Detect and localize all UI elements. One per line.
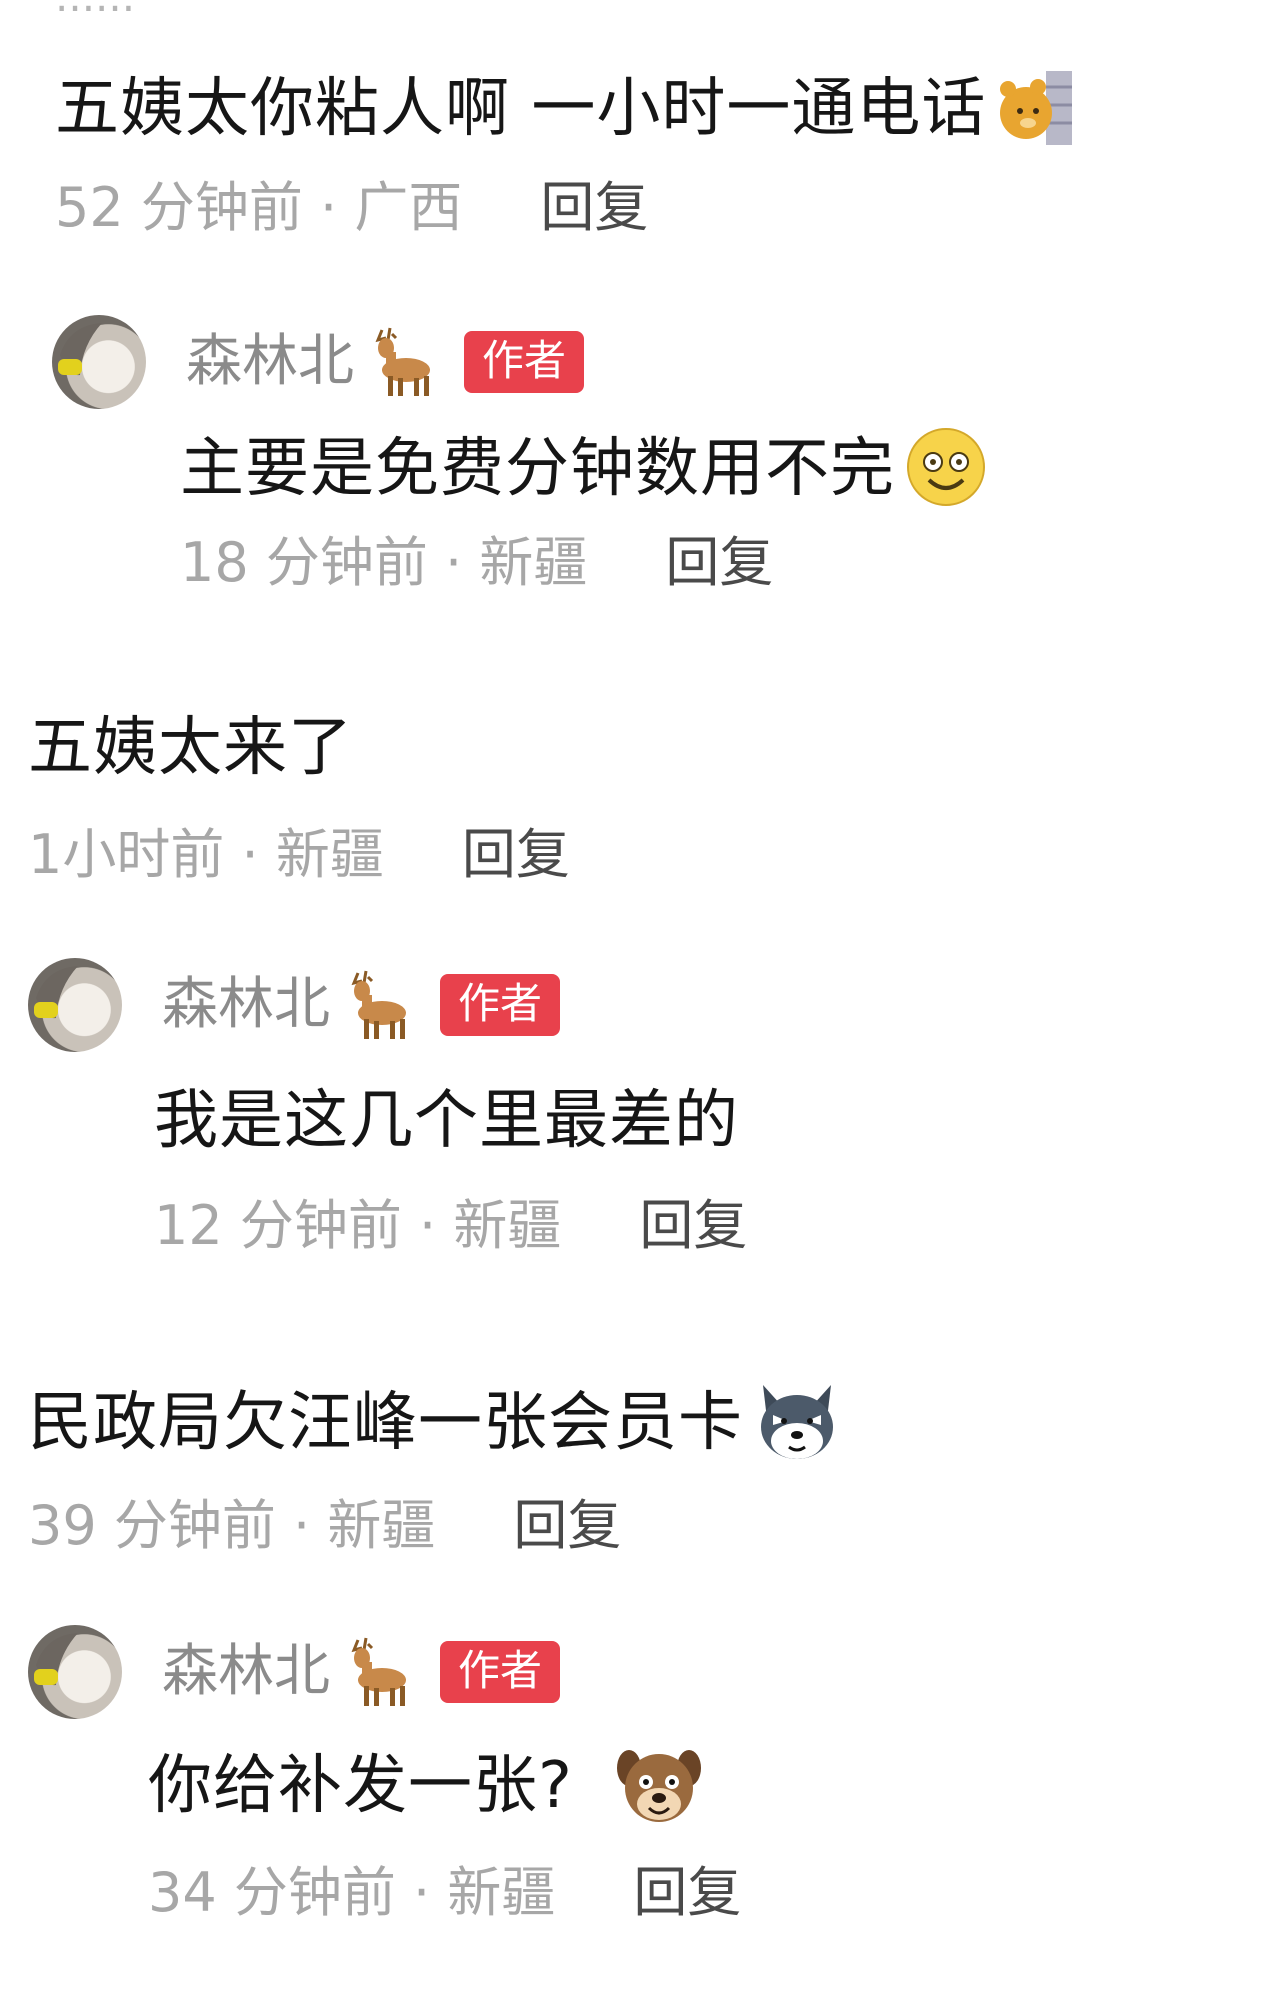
reply-time-location: 34 分钟前 · 新疆: [148, 1861, 556, 1924]
author-name[interactable]: 森林北: [162, 970, 330, 1040]
reply-button[interactable]: 回复: [633, 1858, 741, 1928]
reply-item: 森林北 作者 你给补发一张? 34 分钟前 · 新疆 回复: [28, 1620, 741, 1928]
comment-item: 五姨太你粘人啊 一小时一通电话 52 分钟前 · 广西 回复: [55, 65, 1078, 243]
comment-text: 五姨太来了: [28, 711, 353, 785]
reply-meta: 12 分钟前 · 新疆 回复: [154, 1191, 747, 1261]
comment-meta: 52 分钟前 · 广西 回复: [55, 173, 1078, 243]
bear-peek-icon: [994, 65, 1078, 153]
avatar[interactable]: [28, 1625, 122, 1719]
dog-face-icon: [613, 1738, 705, 1834]
deer-icon: [338, 967, 414, 1043]
smile-face-icon: [903, 424, 989, 514]
author-name[interactable]: 森林北: [162, 1637, 330, 1707]
avatar[interactable]: [52, 315, 146, 409]
reply-text: 你给补发一张?: [148, 1749, 573, 1823]
comment-item: 民政局欠汪峰一张会员卡 39 分钟前 · 新疆 回复: [28, 1375, 843, 1561]
comment-text: 五姨太你粘人啊 一小时一通电话: [55, 72, 987, 146]
avatar[interactable]: [28, 958, 122, 1052]
reply-button[interactable]: 回复: [665, 528, 773, 598]
comment-time-location: 1小时前 · 新疆: [28, 823, 384, 886]
comment-feed: ...... 五姨太你粘人啊 一小时一通电话 5: [0, 0, 1280, 2000]
husky-icon: [751, 1375, 843, 1471]
author-badge: 作者: [440, 1641, 561, 1703]
author-badge: 作者: [440, 974, 561, 1036]
reply-time-location: 12 分钟前 · 新疆: [154, 1194, 562, 1257]
cutoff-text: ......: [55, 0, 135, 22]
comment-text: 民政局欠汪峰一张会员卡: [28, 1386, 743, 1460]
deer-icon: [362, 324, 438, 400]
comment-meta: 39 分钟前 · 新疆 回复: [28, 1491, 843, 1561]
comment-time-location: 39 分钟前 · 新疆: [28, 1494, 436, 1557]
reply-button[interactable]: 回复: [513, 1491, 621, 1561]
author-name[interactable]: 森林北: [186, 327, 354, 397]
comment-meta: 1小时前 · 新疆 回复: [28, 820, 570, 890]
reply-item: 森林北 作者 我是这几个里最差的 12 分钟前 · 新疆 回复: [28, 953, 747, 1261]
comment-item: 五姨太来了 1小时前 · 新疆 回复: [28, 708, 570, 890]
reply-time-location: 18 分钟前 · 新疆: [180, 531, 588, 594]
comment-time-location: 52 分钟前 · 广西: [55, 176, 463, 239]
reply-button[interactable]: 回复: [540, 173, 648, 243]
reply-text: 主要是免费分钟数用不完: [180, 432, 895, 506]
reply-meta: 18 分钟前 · 新疆 回复: [180, 528, 989, 598]
reply-button[interactable]: 回复: [462, 820, 570, 890]
reply-item: 森林北 作者 主要是免费分钟数用不完 18 分钟前 · 新疆 回复: [52, 310, 989, 598]
reply-text: 我是这几个里最差的: [154, 1084, 739, 1158]
deer-icon: [338, 1634, 414, 1710]
reply-button[interactable]: 回复: [639, 1191, 747, 1261]
author-badge: 作者: [464, 331, 585, 393]
reply-meta: 34 分钟前 · 新疆 回复: [148, 1858, 741, 1928]
